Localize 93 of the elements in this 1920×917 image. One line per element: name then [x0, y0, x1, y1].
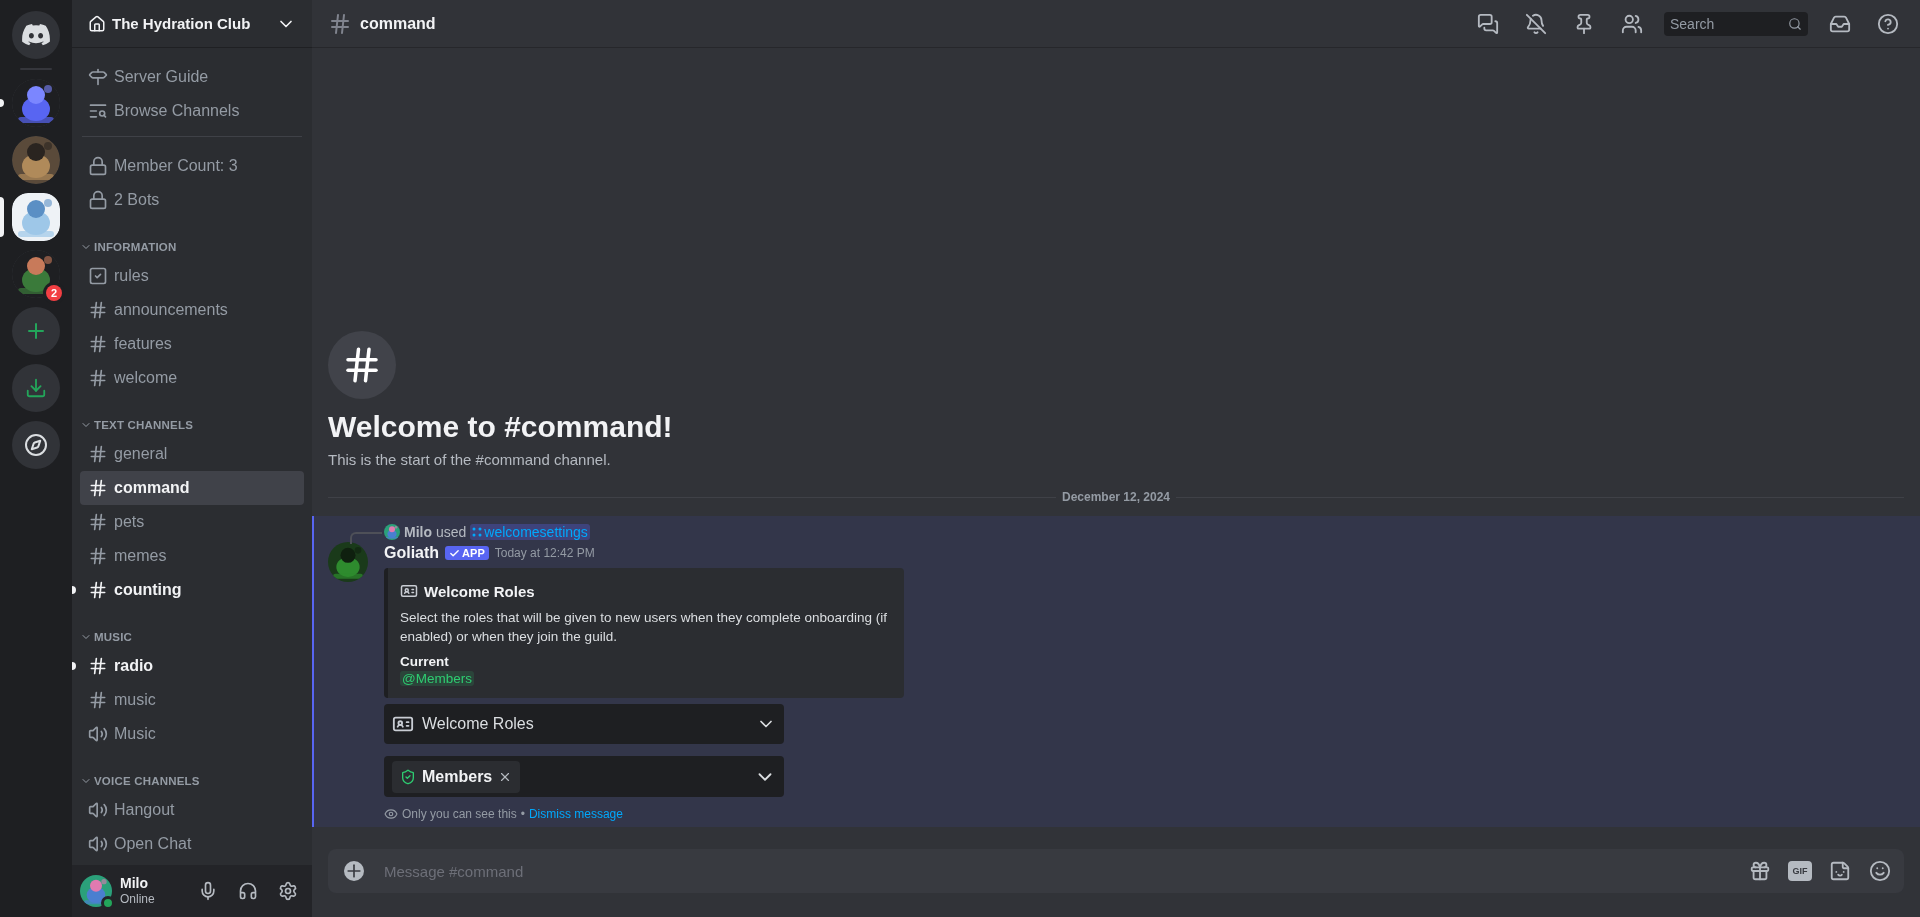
eye-icon — [384, 807, 398, 821]
channel-item[interactable]: music — [80, 683, 304, 717]
speaker-icon — [88, 724, 108, 744]
channel-item[interactable]: rules — [80, 259, 304, 293]
hash-icon — [88, 300, 108, 320]
hash-icon — [88, 580, 108, 600]
hash-icon — [328, 11, 352, 36]
reply-text: used — [436, 524, 467, 540]
discover-button[interactable] — [12, 421, 60, 469]
download-button[interactable] — [12, 364, 60, 412]
sidebar-link[interactable]: Server Guide — [80, 60, 304, 94]
server-icon[interactable] — [12, 193, 60, 241]
separator-dot: • — [520, 807, 525, 821]
channel-item[interactable]: Open Chat — [80, 827, 304, 861]
channel-item[interactable]: announcements — [80, 293, 304, 327]
category-header[interactable]: TEXT CHANNELS — [80, 413, 304, 437]
role-chip[interactable]: Members — [392, 760, 521, 793]
discord-logo-icon — [22, 24, 50, 46]
download-icon — [25, 377, 47, 399]
lock-icon — [88, 156, 108, 176]
reply-username: Milo — [404, 524, 432, 540]
hash-icon — [88, 690, 108, 710]
microphone-icon — [198, 881, 218, 901]
channel-item[interactable]: Member Count: 3 — [80, 149, 304, 183]
hash-icon — [88, 656, 108, 676]
hash-icon — [88, 444, 108, 464]
welcome-title: Welcome to #command! — [328, 409, 674, 445]
channel-item[interactable]: Music — [80, 717, 304, 751]
home-button[interactable] — [12, 11, 60, 59]
sidebar-link[interactable]: Browse Channels — [80, 94, 304, 128]
gif-button[interactable]: GIF — [1788, 861, 1812, 881]
date-divider: December 12, 2024 — [1061, 490, 1171, 504]
channel-item[interactable]: memes — [80, 539, 304, 573]
select-menu[interactable]: Welcome Roles — [384, 704, 784, 744]
gift-icon — [1749, 860, 1771, 882]
channel-item[interactable]: general — [80, 437, 304, 471]
sticker-icon — [1829, 860, 1851, 882]
channel-item[interactable]: counting — [80, 573, 304, 607]
role-mention[interactable]: @Members — [400, 671, 474, 686]
author-name: Goliath — [384, 544, 440, 562]
hash-icon — [88, 368, 108, 388]
search-field[interactable]: Search — [1664, 11, 1808, 36]
embed-title: Welcome Roles — [424, 582, 535, 600]
command-link[interactable]: welcomesettings — [470, 524, 590, 540]
app-badge: APP — [445, 546, 489, 560]
channel-title: command — [360, 14, 437, 33]
channel-item[interactable]: features — [80, 327, 304, 361]
checkbox-icon — [88, 266, 108, 286]
settings-icon — [278, 881, 298, 901]
smile-icon — [1869, 860, 1891, 882]
search-icon — [1788, 16, 1802, 31]
channel-item[interactable]: welcome — [80, 361, 304, 395]
bell-off-icon — [1525, 12, 1547, 35]
home-icon — [88, 14, 106, 33]
id-card-icon — [400, 582, 418, 600]
notification-badge: 2 — [46, 285, 62, 301]
command-icon — [472, 527, 483, 537]
server-header[interactable]: The Hydration Club — [72, 0, 312, 48]
shield-icon — [400, 768, 416, 785]
add-server-button[interactable] — [12, 307, 60, 355]
channel-item[interactable]: pets — [80, 505, 304, 539]
hash-icon — [88, 334, 108, 354]
lock-icon — [88, 190, 108, 210]
hash-icon — [88, 546, 108, 566]
help-icon — [1877, 12, 1899, 35]
members-icon — [1621, 12, 1643, 35]
channel-item[interactable]: Hangout — [80, 793, 304, 827]
hash-icon — [88, 478, 108, 498]
select-menu[interactable]: Members — [384, 756, 784, 797]
channel-item[interactable]: radio — [80, 649, 304, 683]
headphones-icon — [238, 881, 258, 901]
field-name: Current — [400, 654, 450, 669]
welcome-subtitle: This is the start of the #command channel. — [328, 451, 612, 468]
threads-icon — [1477, 12, 1499, 35]
speaker-icon — [88, 800, 108, 820]
speaker-icon — [88, 834, 108, 854]
channel-item[interactable]: 2 Bots — [80, 183, 304, 217]
category-header[interactable]: INFORMATION — [80, 235, 304, 259]
signpost-icon — [88, 67, 108, 87]
compass-icon — [24, 433, 48, 457]
category-header[interactable]: MUSIC — [80, 625, 304, 649]
message-field[interactable]: Message #command GIF — [328, 849, 1904, 893]
plus-icon — [344, 861, 364, 881]
category-header[interactable]: VOICE CHANNELS — [80, 769, 304, 793]
user-status: Online — [120, 891, 156, 907]
ephemeral-note: Only you can see this — [402, 807, 517, 821]
browse-icon — [88, 101, 108, 121]
user-name: Milo — [120, 875, 149, 891]
dismiss-link[interactable]: Dismiss message — [528, 807, 623, 821]
hash-icon — [88, 512, 108, 532]
channel-item[interactable]: command — [80, 471, 304, 505]
embed-description: Select the roles that will be given to new users when they complete onboarding (if enabled) or when they join the guild. — [400, 609, 888, 646]
message-timestamp: Today at 12:42 PM — [494, 546, 595, 560]
